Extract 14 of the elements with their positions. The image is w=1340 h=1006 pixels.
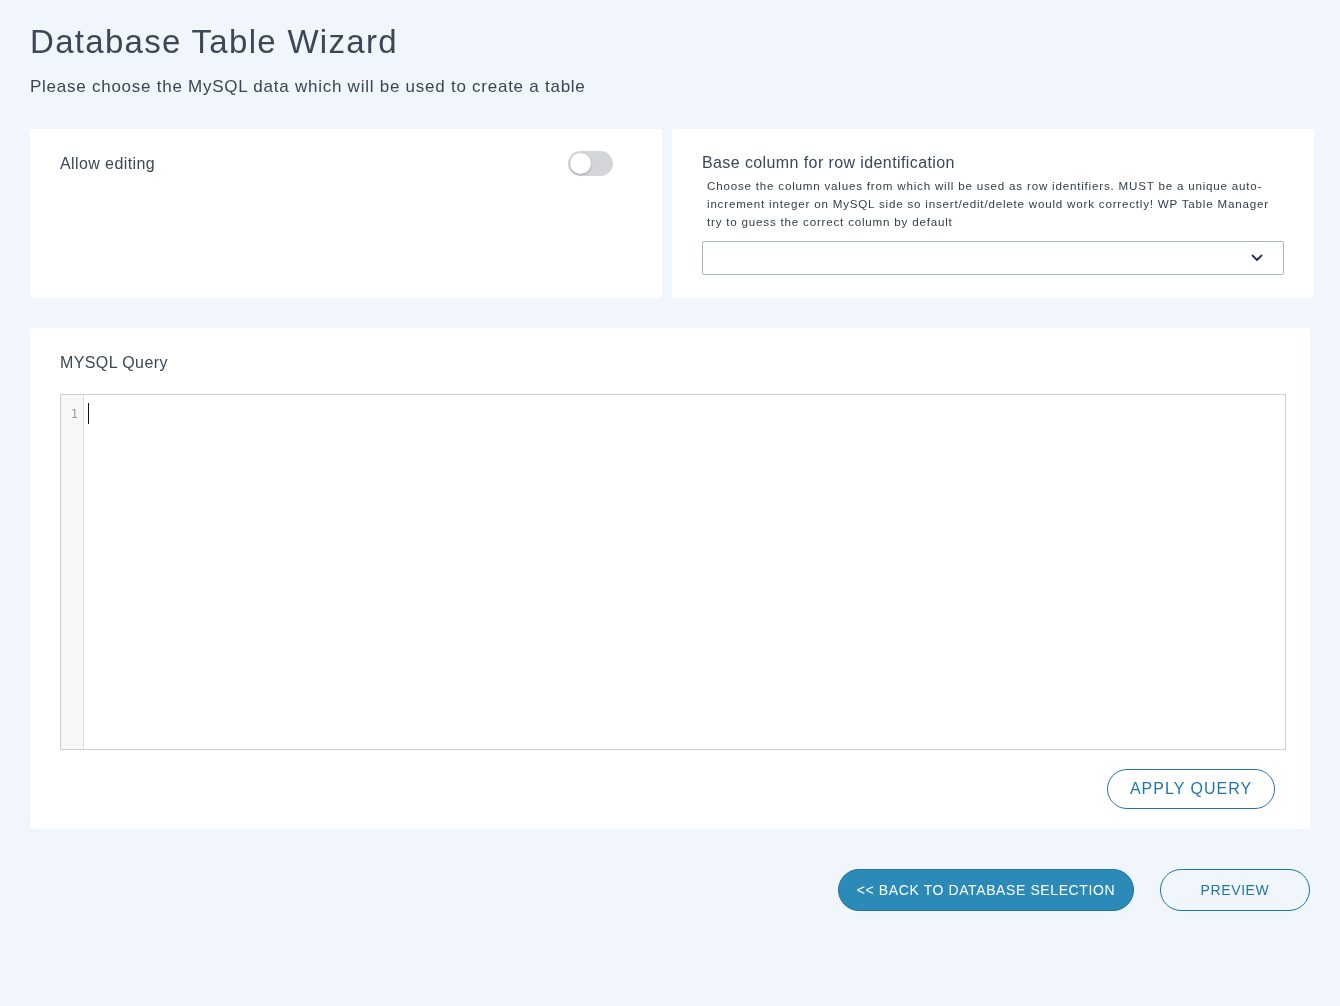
page-title: Database Table Wizard	[30, 22, 398, 62]
help-text: Choose the column values from which will be used as row identifiers. MUST be a unique auto-increment integer on MySQL side so insert/edit/delete would work correctly! WP Table Manager try to guess the correct column by default	[707, 178, 1270, 230]
page-subtitle: Please choose the MySQL data which will be used to create a table	[30, 76, 586, 98]
query-label: MYSQL Query	[60, 353, 168, 373]
back-button[interactable]: << BACK TO DATABASE SELECTION	[838, 869, 1134, 911]
base-column-label: Base column for row identification	[702, 153, 955, 173]
allow-editing-label: Allow editing	[60, 154, 156, 174]
select-field[interactable]	[702, 241, 1284, 275]
toggle-switch[interactable]	[568, 151, 613, 176]
chevron-down-icon	[1251, 254, 1263, 262]
apply-query-button[interactable]: APPLY QUERY	[1107, 769, 1275, 809]
line-number: 1	[69, 406, 79, 423]
code-editor[interactable]: 1	[60, 394, 1286, 750]
text-cursor	[88, 403, 89, 424]
